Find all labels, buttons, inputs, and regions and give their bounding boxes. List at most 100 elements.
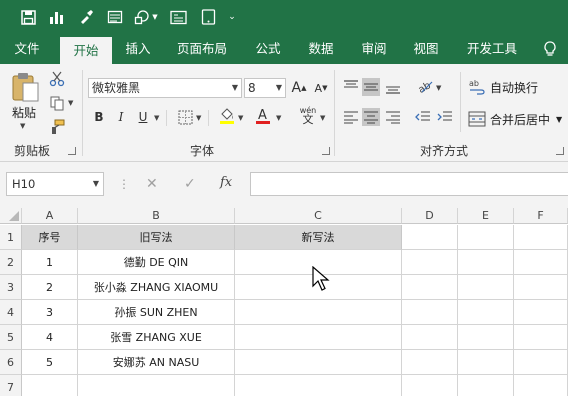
cell-f5[interactable] [514,325,568,350]
cell-b1[interactable]: 旧写法 [78,225,235,250]
cell-f6[interactable] [514,350,568,375]
cell-d3[interactable] [402,275,458,300]
cancel-icon[interactable]: ✕ [146,176,158,192]
cell-e7[interactable] [458,375,514,396]
shapes-icon[interactable] [132,7,152,27]
cell-b7[interactable] [78,375,235,396]
cell-d5[interactable] [402,325,458,350]
cell-d2[interactable] [402,250,458,275]
chart-icon[interactable] [46,7,66,27]
cell-a5[interactable]: 4 [22,325,78,350]
cell-d6[interactable] [402,350,458,375]
grow-font-button[interactable]: A ▲ [290,79,308,97]
merge-center-button[interactable]: 合并后居中 ▼ [468,108,566,130]
column-header-d[interactable]: D [402,208,458,224]
wrap-text-button[interactable]: ab 自动换行 [468,76,564,98]
cell-e1[interactable] [458,225,514,250]
cell-e4[interactable] [458,300,514,325]
underline-dropdown-icon[interactable]: ▼ [154,114,159,122]
row-header-1[interactable]: 1 [0,225,22,250]
font-color-dropdown-icon[interactable]: ▼ [276,114,281,122]
underline-button[interactable]: U [134,108,152,126]
format-painter-icon[interactable] [48,118,66,136]
font-size-select[interactable]: 8 ▼ [244,78,286,98]
cell-b5[interactable]: 张雪 ZHANG XUE [78,325,235,350]
cell-e3[interactable] [458,275,514,300]
tab-review[interactable]: 审阅 [354,34,394,64]
font-launcher-icon[interactable] [322,147,330,155]
cell-f4[interactable] [514,300,568,325]
shrink-font-button[interactable]: A ▼ [312,79,330,97]
borders-icon[interactable] [176,108,194,126]
copy-dropdown-icon[interactable]: ▼ [68,99,73,107]
cell-b4[interactable]: 孙振 SUN ZHEN [78,300,235,325]
lightbulb-icon[interactable] [538,34,562,64]
paste-label[interactable]: 粘贴 [12,104,36,121]
cell-f3[interactable] [514,275,568,300]
cell-b6[interactable]: 安娜苏 AN NASU [78,350,235,375]
column-header-c[interactable]: C [235,208,402,224]
tab-page-layout[interactable]: 页面布局 [170,34,234,64]
borders-dropdown-icon[interactable]: ▼ [196,114,201,122]
phonetic-dropdown-icon[interactable]: ▼ [320,114,325,122]
cell-d1[interactable] [402,225,458,250]
tab-insert[interactable]: 插入 [116,34,160,64]
column-header-b[interactable]: B [78,208,235,224]
font-name-select[interactable]: 微软雅黑 ▼ [88,78,242,98]
tab-formulas[interactable]: 公式 [248,34,288,64]
row-header-4[interactable]: 4 [0,300,22,325]
row-header-3[interactable]: 3 [0,275,22,300]
textbox-icon[interactable] [168,7,188,27]
orientation-icon[interactable]: ab [416,76,434,94]
cell-f1[interactable] [514,225,568,250]
cell-e6[interactable] [458,350,514,375]
cell-a4[interactable]: 3 [22,300,78,325]
alignment-launcher-icon[interactable] [556,147,564,155]
cell-d7[interactable] [402,375,458,396]
cell-a1[interactable]: 序号 [22,225,78,250]
insert-function-button[interactable]: fx [220,175,232,190]
cell-e5[interactable] [458,325,514,350]
column-header-e[interactable]: E [458,208,514,224]
cell-d4[interactable] [402,300,458,325]
customize-icon[interactable]: ⌄ [226,7,238,27]
cell-f7[interactable] [514,375,568,396]
paste-dropdown-icon[interactable]: ▼ [20,122,25,130]
enter-icon[interactable]: ✓ [184,176,196,192]
cut-icon[interactable] [48,70,66,88]
tab-view[interactable]: 视图 [406,34,446,64]
italic-button[interactable]: I [112,108,130,126]
tab-developer[interactable]: 开发工具 [460,34,524,64]
cell-a6[interactable]: 5 [22,350,78,375]
cell-a7[interactable] [22,375,78,396]
paste-icon[interactable] [10,72,42,102]
middle-align-icon[interactable] [362,78,380,96]
top-align-icon[interactable] [342,78,360,96]
format-painter-icon[interactable] [76,7,96,27]
cell-a2[interactable]: 1 [22,250,78,275]
tab-home[interactable]: 开始 [60,37,112,64]
clipboard-launcher-icon[interactable] [68,147,76,155]
tab-file[interactable]: 文件 [4,34,50,64]
bold-button[interactable]: B [90,108,108,126]
tablet-icon[interactable] [198,7,218,27]
cell-a3[interactable]: 2 [22,275,78,300]
form-icon[interactable] [105,7,125,27]
cell-e2[interactable] [458,250,514,275]
bottom-align-icon[interactable] [384,78,402,96]
copy-icon[interactable] [48,94,66,112]
cell-b2[interactable]: 德勤 DE QIN [78,250,235,275]
fill-color-dropdown-icon[interactable]: ▼ [238,114,243,122]
drag-handle-icon[interactable]: ⋮ [118,176,130,192]
column-header-f[interactable]: F [514,208,568,224]
orientation-dropdown-icon[interactable]: ▼ [436,84,441,92]
row-header-6[interactable]: 6 [0,350,22,375]
cell-c6[interactable] [235,350,402,375]
align-center-icon[interactable] [362,108,380,126]
phonetic-guide-button[interactable]: wén 文 [296,104,320,126]
row-header-7[interactable]: 7 [0,375,22,396]
cell-c4[interactable] [235,300,402,325]
fill-color-icon[interactable] [218,106,236,124]
name-box[interactable]: H10 ▼ [6,172,104,196]
save-icon[interactable] [18,7,38,27]
